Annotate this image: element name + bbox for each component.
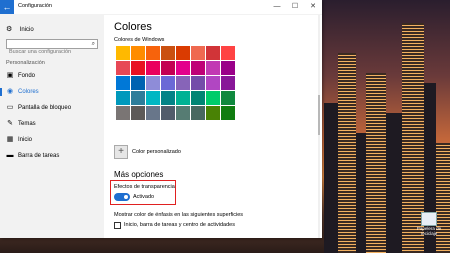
sidebar-item-label: Fondo [18, 73, 36, 79]
color-swatch[interactable] [176, 46, 190, 60]
scrollbar-thumb[interactable] [318, 95, 320, 135]
scrollbar[interactable] [318, 15, 320, 238]
color-swatch[interactable] [191, 91, 205, 105]
color-swatch[interactable] [131, 106, 145, 120]
color-swatch[interactable] [221, 46, 235, 60]
sidebar-item-colores[interactable]: ◉ Colores [0, 86, 104, 98]
sidebar: ⚙ Inicio ⌕ Personalización ▣ Fondo ◉ Color… [0, 15, 104, 238]
color-swatch[interactable] [131, 61, 145, 75]
color-swatch[interactable] [161, 46, 175, 60]
start-icon: ▦ [6, 136, 14, 143]
transparency-toggle[interactable] [114, 193, 130, 201]
accent-surfaces-label: Mostrar color de énfasis en las siguient… [114, 212, 244, 218]
color-swatch[interactable] [221, 61, 235, 75]
more-options-heading: Más opciones [114, 170, 164, 179]
color-swatch[interactable] [131, 46, 145, 60]
sidebar-item-label: Colores [18, 89, 39, 95]
settings-window: ← Configuración — ☐ ✕ ⚙ Inicio ⌕ Persona… [0, 0, 322, 238]
search-input[interactable] [7, 48, 85, 56]
custom-color-label[interactable]: Color personalizado [132, 149, 181, 155]
color-swatch[interactable] [116, 61, 130, 75]
picture-icon: ▣ [6, 72, 14, 79]
title-bar: ← Configuración — ☐ ✕ [0, 0, 322, 15]
search-icon[interactable]: ⌕ [92, 40, 95, 48]
color-swatch[interactable] [206, 76, 220, 90]
color-swatch[interactable] [191, 61, 205, 75]
brush-icon: ✎ [7, 120, 13, 127]
monitor-icon: ▭ [6, 104, 14, 111]
color-swatch[interactable] [191, 76, 205, 90]
transparency-label: Efectos de transparencia [114, 184, 175, 190]
windows-colors-heading: Colores de Windows [114, 37, 165, 43]
maximize-button[interactable]: ☐ [286, 0, 304, 14]
color-swatch[interactable] [146, 46, 160, 60]
color-swatch[interactable] [221, 106, 235, 120]
toggle-knob [124, 195, 128, 199]
page-title: Colores [114, 21, 152, 33]
start-taskbar-checkbox[interactable] [114, 222, 121, 229]
sidebar-item-label: Barra de tareas [18, 153, 60, 159]
color-swatch[interactable] [176, 106, 190, 120]
color-swatch[interactable] [161, 61, 175, 75]
home-label: Inicio [19, 27, 34, 33]
sidebar-item-inicio[interactable]: ▦ Inicio [0, 134, 104, 146]
start-taskbar-checkbox-label[interactable]: Inicio, barra de tareas y centro de acti… [124, 222, 235, 228]
sidebar-item-barra-de-tareas[interactable]: ▬ Barra de tareas [0, 150, 104, 162]
back-button[interactable]: ← [0, 0, 14, 14]
color-swatch[interactable] [206, 46, 220, 60]
color-swatch[interactable] [161, 76, 175, 90]
window-title: Configuración [18, 3, 52, 9]
section-heading: Personalización [6, 60, 45, 66]
taskbar-icon: ▬ [6, 152, 14, 159]
sidebar-item-label: Pantalla de bloqueo [18, 105, 72, 111]
search-box[interactable]: ⌕ [6, 39, 98, 56]
color-swatch[interactable] [146, 76, 160, 90]
color-swatch[interactable] [176, 61, 190, 75]
color-swatch[interactable] [146, 91, 160, 105]
gear-icon: ⚙ [6, 26, 13, 33]
sidebar-item-pantalla-de-bloqueo[interactable]: ▭ Pantalla de bloqueo [0, 102, 104, 114]
close-button[interactable]: ✕ [304, 0, 322, 14]
palette-icon: ◉ [6, 88, 14, 95]
color-swatch[interactable] [131, 91, 145, 105]
home-link[interactable]: ⚙ Inicio [6, 25, 34, 33]
color-swatch[interactable] [116, 91, 130, 105]
color-swatch[interactable] [206, 106, 220, 120]
color-swatch[interactable] [131, 76, 145, 90]
color-swatch-grid [116, 46, 235, 120]
color-swatch[interactable] [176, 91, 190, 105]
color-swatch[interactable] [176, 76, 190, 90]
sidebar-item-temas[interactable]: ✎ Temas [0, 118, 104, 130]
color-swatch[interactable] [116, 106, 130, 120]
transparency-state: Activado [133, 194, 155, 200]
color-swatch[interactable] [221, 76, 235, 90]
sidebar-item-label: Temas [18, 121, 36, 127]
color-swatch[interactable] [161, 91, 175, 105]
color-swatch[interactable] [221, 91, 235, 105]
color-swatch[interactable] [146, 61, 160, 75]
color-swatch[interactable] [116, 46, 130, 60]
sidebar-item-label: Inicio [18, 137, 33, 143]
recycle-bin-label[interactable]: Papelera de reciclaje [412, 226, 446, 236]
color-swatch[interactable] [116, 76, 130, 90]
recycle-bin-icon[interactable] [421, 212, 437, 226]
custom-color-button[interactable]: + [114, 145, 128, 159]
color-swatch[interactable] [161, 106, 175, 120]
color-swatch[interactable] [146, 106, 160, 120]
color-swatch[interactable] [191, 106, 205, 120]
color-swatch[interactable] [206, 91, 220, 105]
minimize-button[interactable]: — [268, 0, 286, 14]
sidebar-item-fondo[interactable]: ▣ Fondo [0, 70, 104, 82]
color-swatch[interactable] [206, 61, 220, 75]
color-swatch[interactable] [191, 46, 205, 60]
